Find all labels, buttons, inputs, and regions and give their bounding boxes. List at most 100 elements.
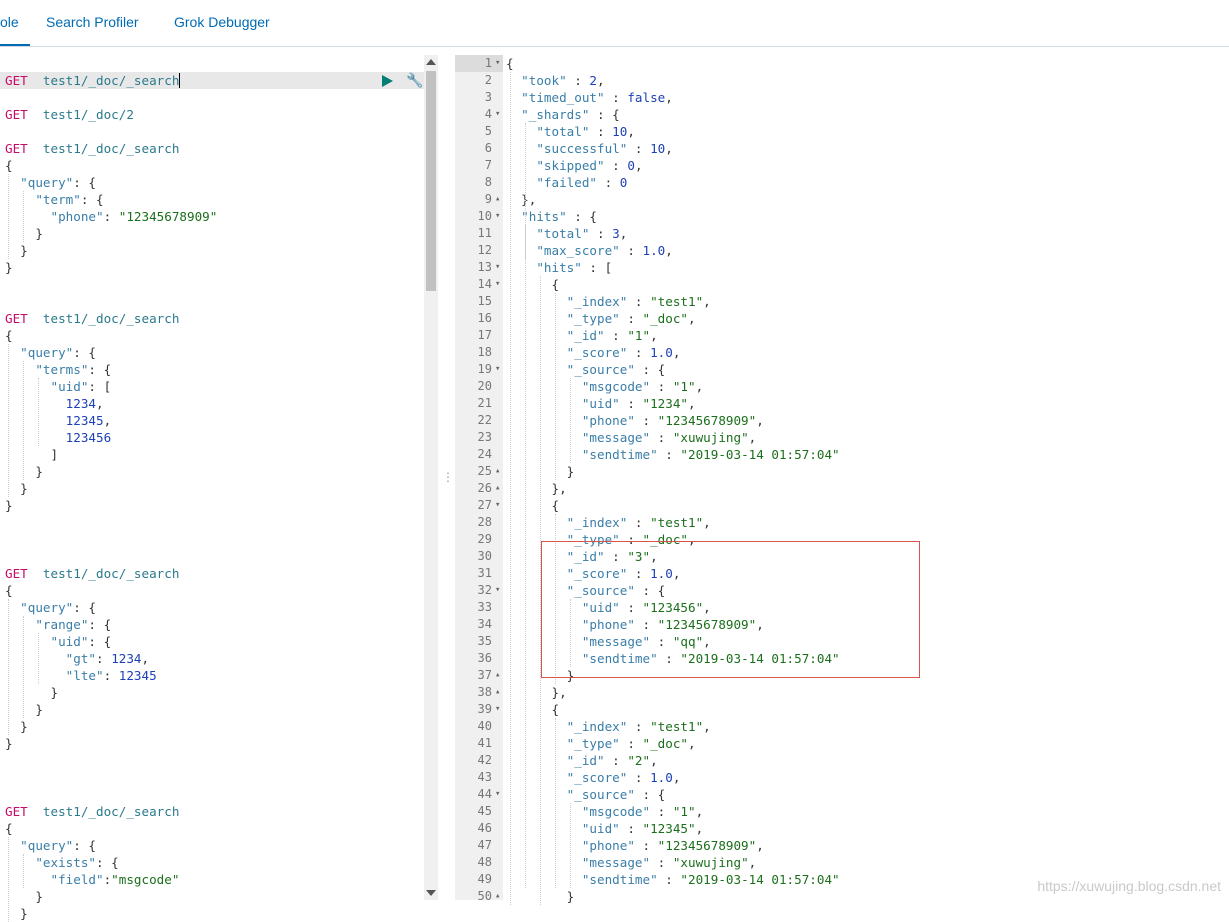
play-icon[interactable] <box>382 75 393 87</box>
code-text: : { <box>634 787 666 802</box>
request-line: { <box>5 327 13 344</box>
code-text: { <box>5 821 13 836</box>
code-text: : <box>604 158 628 173</box>
fold-close-icon[interactable]: ▴ <box>495 191 500 208</box>
json-number: 0 <box>619 175 628 190</box>
code-text: , <box>672 770 681 785</box>
code-text: : { <box>634 362 666 377</box>
json-key: "_shards" <box>521 107 590 122</box>
tab-search-profiler-label: Search Profiler <box>46 14 139 30</box>
json-key: "_index" <box>566 719 628 734</box>
fold-close-icon[interactable]: ▴ <box>495 480 500 497</box>
response-line: "_id" : "2", <box>506 752 658 769</box>
json-key: "skipped" <box>536 158 605 173</box>
drag-handle-icon[interactable]: ⋮ <box>442 470 454 484</box>
line-number: 28 <box>477 515 492 529</box>
response-line: "hits" : [ <box>506 259 612 276</box>
wrench-icon[interactable]: 🔧 <box>406 73 423 89</box>
indent-guide <box>23 854 24 888</box>
scrollbar-thumb[interactable] <box>426 71 436 291</box>
line-number: 23 <box>477 430 492 444</box>
fold-open-icon[interactable]: ▾ <box>495 276 500 293</box>
line-number: 22 <box>477 413 492 427</box>
code-text: : <box>619 736 643 751</box>
code-text: ] <box>5 447 59 462</box>
code-text: : <box>627 345 651 360</box>
http-method: GET <box>5 311 28 326</box>
response-line: "message" : "xuwujing", <box>506 854 756 871</box>
fold-open-icon[interactable]: ▾ <box>495 259 500 276</box>
tab-console[interactable]: ole <box>0 0 30 46</box>
fold-open-icon[interactable]: ▾ <box>495 582 500 599</box>
fold-open-icon[interactable]: ▾ <box>495 497 500 514</box>
tab-grok-debugger[interactable]: Grok Debugger <box>174 0 270 44</box>
json-key: "_source" <box>566 362 635 377</box>
tab-grok-debugger-label: Grok Debugger <box>174 14 270 30</box>
fold-open-icon[interactable]: ▾ <box>495 106 500 123</box>
indent-guide <box>8 344 9 497</box>
line-number: 19 <box>477 362 492 376</box>
indent-guide <box>570 378 571 463</box>
line-number: 8 <box>484 175 492 189</box>
code-text: : { <box>73 838 96 853</box>
request-editor-scrollbar[interactable] <box>424 55 438 900</box>
scroll-down-icon[interactable] <box>426 890 436 896</box>
scroll-up-icon[interactable] <box>426 59 436 65</box>
response-line: { <box>506 701 559 718</box>
code-text: : { <box>566 209 598 224</box>
request-editor[interactable]: GET test1/_doc/_search GET test1/_doc/2 GE… <box>0 55 424 922</box>
fold-close-icon[interactable]: ▴ <box>495 463 500 480</box>
json-key: "phone" <box>581 838 635 853</box>
code-text: : <box>566 73 590 88</box>
json-string: "msgcode" <box>111 872 180 887</box>
line-number: 43 <box>477 770 492 784</box>
code-text: , <box>665 141 673 156</box>
code-text: : <box>103 209 119 224</box>
json-key: "_id" <box>566 328 605 343</box>
code-text: , <box>756 838 764 853</box>
code-text: , <box>703 294 711 309</box>
fold-open-icon[interactable]: ▾ <box>495 208 500 225</box>
code-text: : [ <box>581 260 613 275</box>
json-key: "phone" <box>581 413 635 428</box>
code-text: { <box>5 583 13 598</box>
code-text: : <box>96 651 112 666</box>
request-line: "field":"msgcode" <box>5 871 180 888</box>
fold-open-icon[interactable]: ▾ <box>495 55 500 72</box>
fold-close-icon[interactable]: ▴ <box>495 667 500 684</box>
json-string: "xuwujing" <box>672 855 749 870</box>
code-text: : <box>627 141 651 156</box>
line-number: 7 <box>484 158 492 172</box>
tab-search-profiler[interactable]: Search Profiler <box>46 0 139 44</box>
code-text: , <box>597 73 605 88</box>
http-method: GET <box>5 804 28 819</box>
request-line: } <box>5 684 58 701</box>
json-string: "1" <box>627 328 651 343</box>
json-number: 0 <box>627 158 635 173</box>
fold-open-icon[interactable]: ▾ <box>495 701 500 718</box>
fold-close-icon[interactable]: ▴ <box>495 684 500 701</box>
indent-guide <box>525 225 526 888</box>
fold-close-icon[interactable]: ▴ <box>495 888 500 905</box>
json-key: "exists" <box>35 855 97 870</box>
request-line: GET test1/_doc/2 <box>5 106 134 123</box>
fold-open-icon[interactable]: ▾ <box>495 361 500 378</box>
fold-open-icon[interactable]: ▾ <box>495 786 500 803</box>
http-method: GET <box>5 107 28 122</box>
response-line: "_score" : 1.0, <box>506 344 681 361</box>
request-line: GET test1/_doc/_search <box>5 140 179 157</box>
code-text: : <box>650 804 673 819</box>
json-key: "took" <box>521 73 567 88</box>
line-number: 30 <box>477 549 492 563</box>
request-line: { <box>5 582 13 599</box>
